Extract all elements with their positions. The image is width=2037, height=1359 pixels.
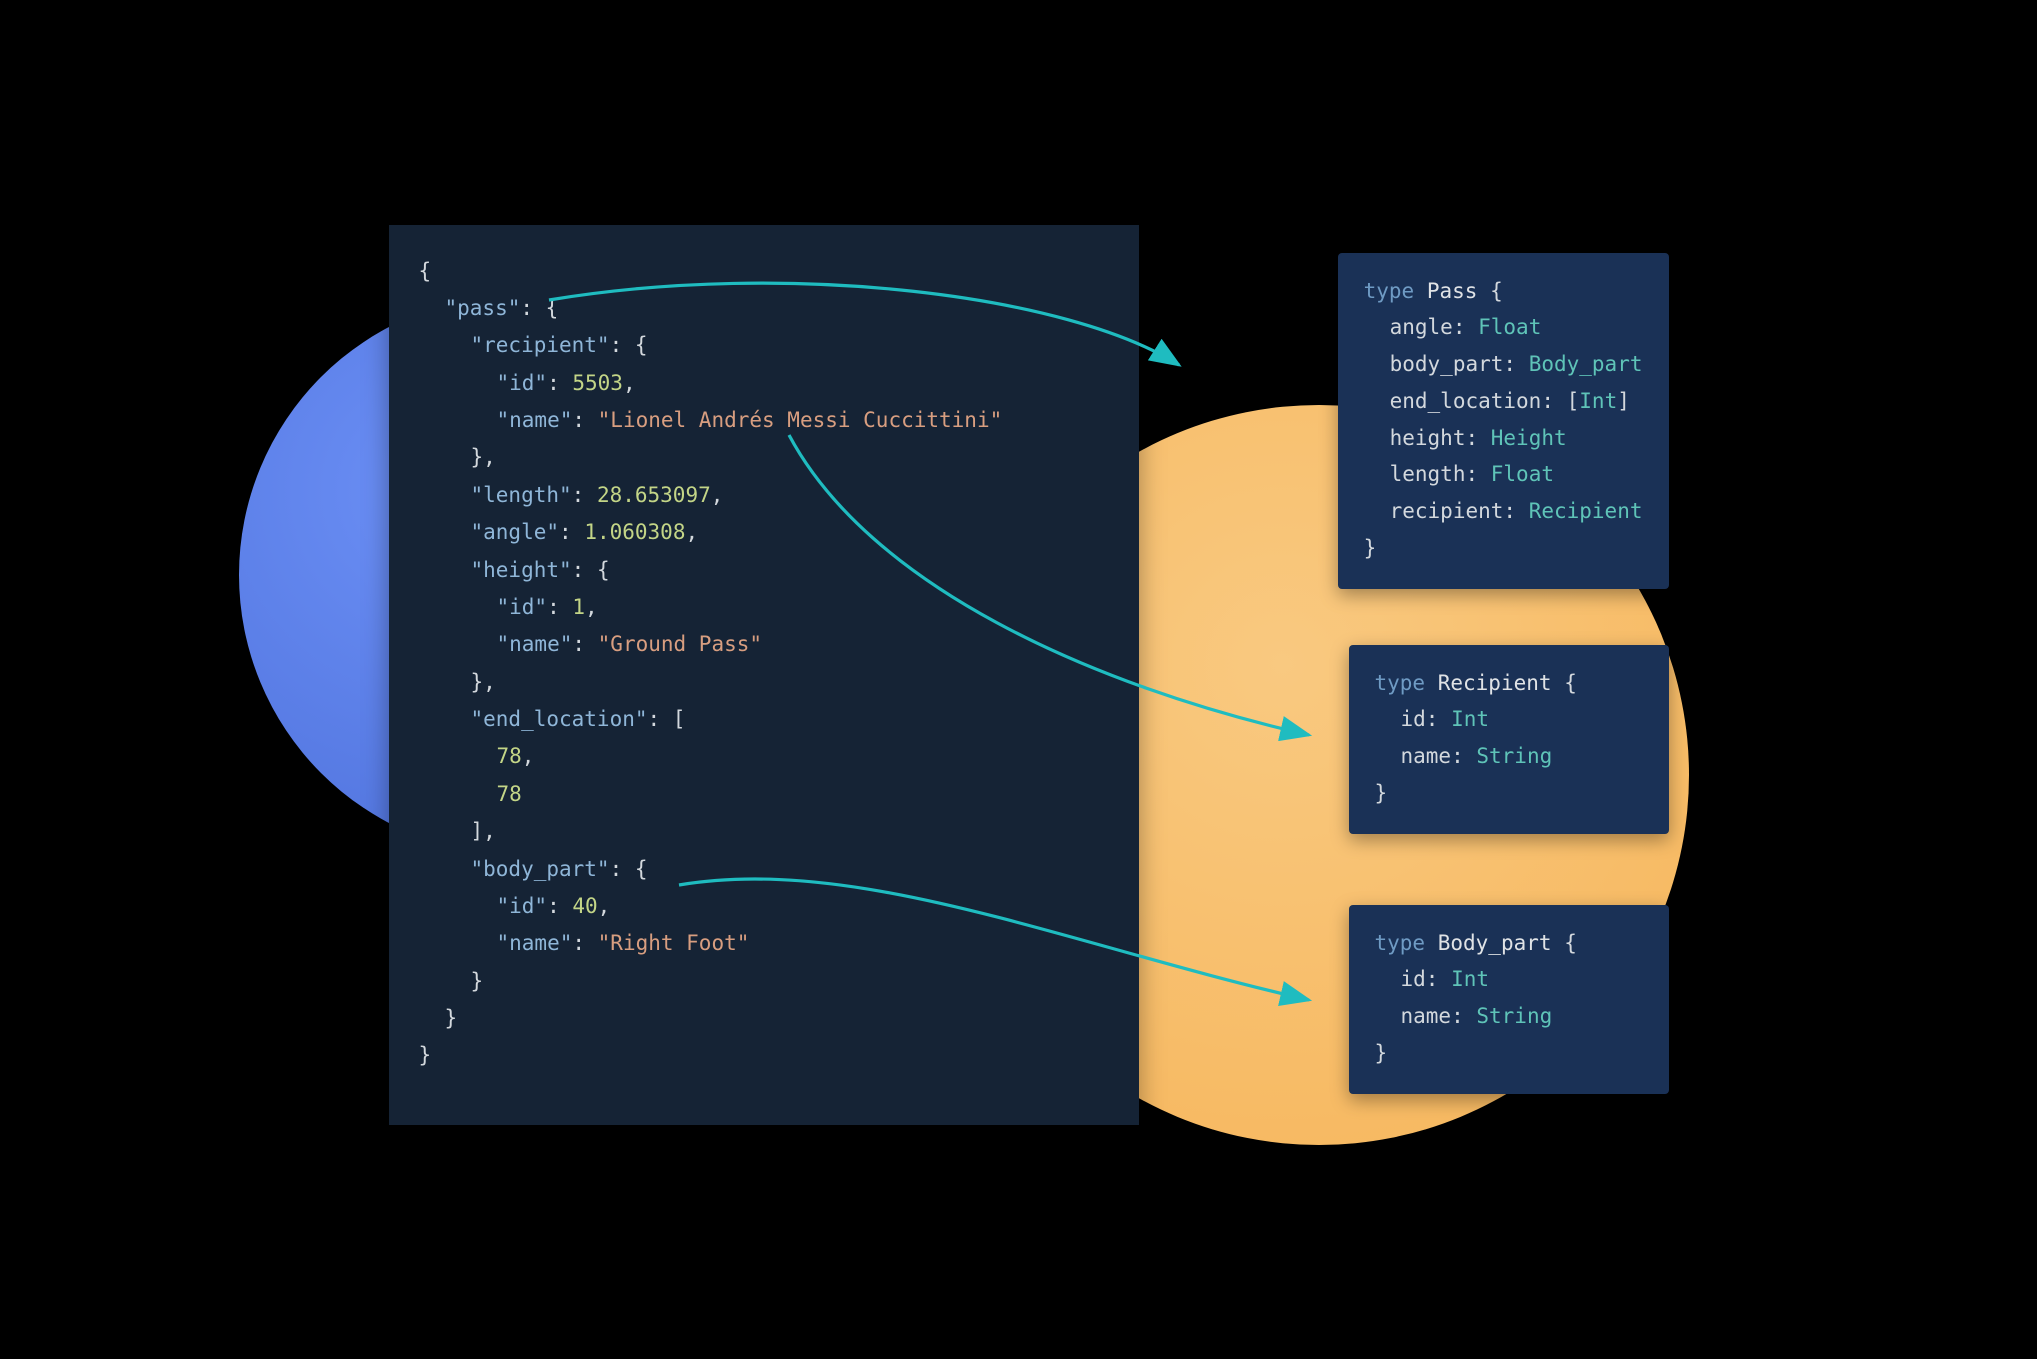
json-key-pass: "pass" xyxy=(445,296,521,320)
colon: : xyxy=(1503,499,1528,523)
punct: : xyxy=(572,632,597,656)
json-string: "Ground Pass" xyxy=(598,632,762,656)
json-num: 1 xyxy=(572,595,585,619)
brace-close: } xyxy=(419,1043,432,1067)
type-name: Body_part xyxy=(1438,931,1552,955)
schema-panel-recipient: type Recipient { id: Int name: String } xyxy=(1349,645,1669,834)
field-name: id xyxy=(1401,967,1426,991)
field-type: String xyxy=(1476,1004,1552,1028)
json-num: 78 xyxy=(497,744,522,768)
field-type: Int xyxy=(1451,707,1489,731)
json-num: 78 xyxy=(497,782,522,806)
punct: : xyxy=(547,595,572,619)
json-key-name: "name" xyxy=(497,632,573,656)
brace-open: { xyxy=(1564,931,1577,955)
punct: , xyxy=(598,894,611,918)
brace-close: } xyxy=(1364,536,1377,560)
punct: : xyxy=(547,371,572,395)
brace-open: { xyxy=(419,259,432,283)
field-name: body_part xyxy=(1390,352,1504,376)
punct: , xyxy=(623,371,636,395)
colon: : xyxy=(1453,315,1478,339)
brace-close: } xyxy=(471,969,484,993)
field-name: angle xyxy=(1390,315,1453,339)
field-name: end_location xyxy=(1390,389,1542,413)
punct: : xyxy=(572,931,597,955)
field-name: length xyxy=(1390,462,1466,486)
colon: : xyxy=(1541,389,1566,413)
punct: : xyxy=(572,408,597,432)
brace-open: { xyxy=(1564,671,1577,695)
punct: : { xyxy=(610,857,648,881)
colon: : xyxy=(1451,744,1476,768)
colon: : xyxy=(1465,462,1490,486)
json-num: 40 xyxy=(572,894,597,918)
type-name: Pass xyxy=(1427,279,1478,303)
brace-close-comma: }, xyxy=(471,445,496,469)
json-key-id: "id" xyxy=(497,371,548,395)
json-key-id: "id" xyxy=(497,595,548,619)
brace-close: } xyxy=(1375,1041,1388,1065)
field-name: height xyxy=(1390,426,1466,450)
json-key-angle: "angle" xyxy=(471,520,560,544)
field-type: Body_part xyxy=(1529,352,1643,376)
json-string: "Lionel Andrés Messi Cuccittini" xyxy=(598,408,1003,432)
field-name: recipient xyxy=(1390,499,1504,523)
keyword-type: type xyxy=(1375,931,1426,955)
json-string: "Right Foot" xyxy=(598,931,750,955)
brace-open: { xyxy=(1490,279,1503,303)
json-key-bodypart: "body_part" xyxy=(471,857,610,881)
json-key-height: "height" xyxy=(471,558,572,582)
keyword-type: type xyxy=(1375,671,1426,695)
json-num: 5503 xyxy=(572,371,623,395)
colon: : xyxy=(1426,967,1451,991)
field-type: String xyxy=(1476,744,1552,768)
field-type: Height xyxy=(1491,426,1567,450)
punct: : xyxy=(572,483,597,507)
field-type: Recipient xyxy=(1529,499,1643,523)
json-key-name: "name" xyxy=(497,931,573,955)
punct: , xyxy=(585,595,598,619)
keyword-type: type xyxy=(1364,279,1415,303)
json-code-panel: { "pass": { "recipient": { "id": 5503, "… xyxy=(389,225,1139,1125)
json-key-recipient: "recipient" xyxy=(471,333,610,357)
punct: : xyxy=(559,520,584,544)
colon: : xyxy=(1451,1004,1476,1028)
bracket-close: ] xyxy=(1617,389,1630,413)
punct: : { xyxy=(520,296,558,320)
field-type: Int xyxy=(1451,967,1489,991)
brace-close: } xyxy=(445,1006,458,1030)
json-num: 1.060308 xyxy=(584,520,685,544)
diagram-canvas: { "pass": { "recipient": { "id": 5503, "… xyxy=(309,205,1729,1155)
json-key-id: "id" xyxy=(497,894,548,918)
json-num: 28.653097 xyxy=(597,483,711,507)
punct: , xyxy=(522,744,535,768)
bracket-open: [ xyxy=(1567,389,1580,413)
schema-panel-pass: type Pass { angle: Float body_part: Body… xyxy=(1338,253,1669,589)
punct: : { xyxy=(610,333,648,357)
punct: : { xyxy=(572,558,610,582)
punct: , xyxy=(685,520,698,544)
punct: : [ xyxy=(648,707,686,731)
field-name: id xyxy=(1401,707,1426,731)
json-key-name: "name" xyxy=(497,408,573,432)
field-type: Float xyxy=(1478,315,1541,339)
schema-panel-bodypart: type Body_part { id: Int name: String } xyxy=(1349,905,1669,1094)
brace-close-comma: }, xyxy=(471,670,496,694)
punct: : xyxy=(547,894,572,918)
bracket-close-comma: ], xyxy=(471,819,496,843)
type-name: Recipient xyxy=(1438,671,1552,695)
json-key-length: "length" xyxy=(471,483,572,507)
field-name: name xyxy=(1401,1004,1452,1028)
colon: : xyxy=(1426,707,1451,731)
brace-close: } xyxy=(1375,781,1388,805)
field-type: Float xyxy=(1491,462,1554,486)
field-type: Int xyxy=(1579,389,1617,413)
punct: , xyxy=(711,483,724,507)
colon: : xyxy=(1503,352,1528,376)
field-name: name xyxy=(1401,744,1452,768)
colon: : xyxy=(1465,426,1490,450)
json-key-endlocation: "end_location" xyxy=(471,707,648,731)
